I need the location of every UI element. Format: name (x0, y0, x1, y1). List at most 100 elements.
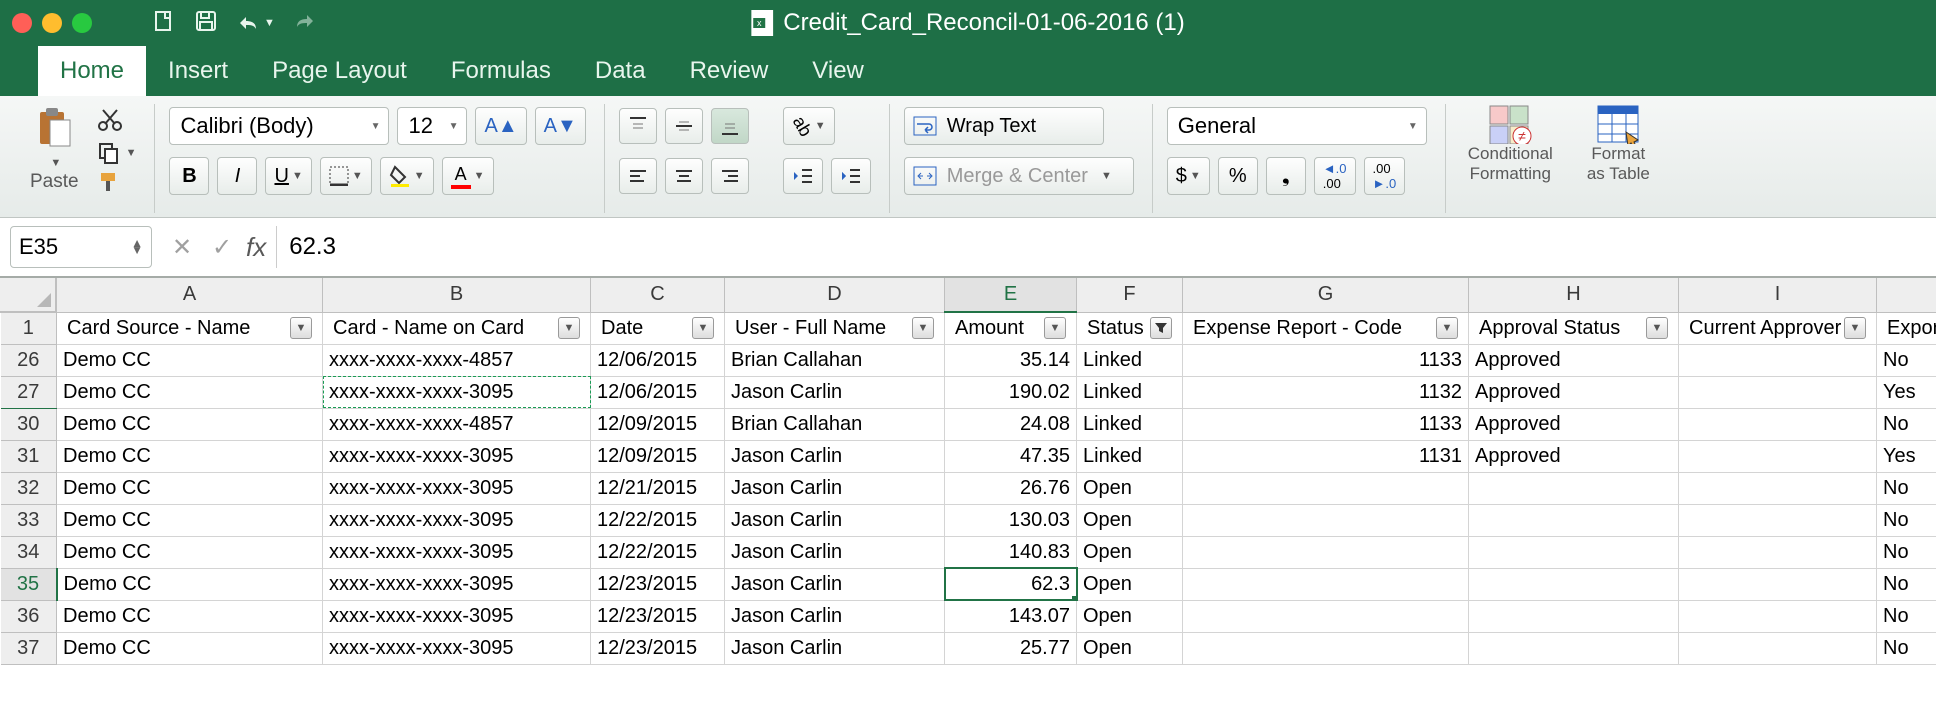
column-header-I[interactable]: I (1679, 278, 1877, 312)
undo-button[interactable]: ▼ (236, 13, 275, 33)
cell[interactable] (1679, 344, 1877, 376)
cell[interactable]: xxxx-xxxx-xxxx-3095 (323, 440, 591, 472)
cell[interactable]: Demo CC (57, 536, 323, 568)
orientation-button[interactable]: ab▼ (783, 107, 835, 145)
cell[interactable]: No (1877, 344, 1936, 376)
row-header-36[interactable]: 36 (1, 600, 57, 632)
cell[interactable]: 1133 (1183, 344, 1469, 376)
header-cell[interactable]: Approval Status▼ (1469, 312, 1679, 344)
cell[interactable]: xxxx-xxxx-xxxx-3095 (323, 472, 591, 504)
header-cell[interactable]: User - Full Name▼ (725, 312, 945, 344)
cell[interactable] (1679, 632, 1877, 664)
cell[interactable] (1469, 472, 1679, 504)
cell[interactable]: Open (1077, 504, 1183, 536)
cell[interactable]: Demo CC (57, 504, 323, 536)
cell[interactable]: Demo CC (57, 440, 323, 472)
select-all-corner[interactable] (0, 278, 56, 312)
conditional-formatting-button[interactable]: ≠ ConditionalFormatting (1460, 104, 1561, 184)
column-header-H[interactable]: H (1469, 278, 1679, 312)
cell[interactable]: xxxx-xxxx-xxxx-3095 (323, 568, 591, 600)
cell[interactable]: 12/06/2015 (591, 376, 725, 408)
cell[interactable] (1679, 568, 1877, 600)
cell[interactable]: Demo CC (57, 408, 323, 440)
align-left-button[interactable] (619, 158, 657, 194)
header-cell[interactable]: Status (1077, 312, 1183, 344)
comma-button[interactable]: ❟ (1266, 157, 1306, 195)
zoom-window-button[interactable] (72, 13, 92, 33)
cell[interactable]: 26.76 (945, 472, 1077, 504)
italic-button[interactable]: I (217, 157, 257, 195)
format-as-table-button[interactable]: Formatas Table (1579, 104, 1658, 184)
paste-button[interactable] (34, 104, 74, 157)
fill-color-button[interactable]: ▼ (380, 157, 434, 195)
increase-decimal-button[interactable]: ◄.0.00 (1314, 157, 1356, 195)
header-cell[interactable]: Amount▼ (945, 312, 1077, 344)
column-header-E[interactable]: E (945, 278, 1077, 312)
font-name-select[interactable]: Calibri (Body) (169, 107, 389, 145)
row-header-34[interactable]: 34 (1, 536, 57, 568)
cell[interactable] (1183, 472, 1469, 504)
cell[interactable]: Jason Carlin (725, 632, 945, 664)
cell[interactable]: 24.08 (945, 408, 1077, 440)
cell[interactable]: 143.07 (945, 600, 1077, 632)
cell[interactable]: 140.83 (945, 536, 1077, 568)
cell[interactable] (1183, 568, 1469, 600)
cell[interactable]: Yes (1877, 440, 1936, 472)
cell[interactable]: xxxx-xxxx-xxxx-3095 (323, 504, 591, 536)
save-icon[interactable] (194, 9, 218, 38)
cell[interactable]: No (1877, 472, 1936, 504)
cell[interactable]: No (1877, 600, 1936, 632)
column-header-D[interactable]: D (725, 278, 945, 312)
cell[interactable]: No (1877, 632, 1936, 664)
cell[interactable]: 12/06/2015 (591, 344, 725, 376)
format-painter-icon[interactable] (97, 169, 137, 200)
tab-home[interactable]: Home (38, 46, 146, 96)
cell[interactable]: No (1877, 568, 1936, 600)
cell[interactable]: Jason Carlin (725, 504, 945, 536)
align-center-button[interactable] (665, 158, 703, 194)
cell[interactable]: Demo CC (57, 632, 323, 664)
column-header-J[interactable]: J (1877, 278, 1936, 312)
row-header-35[interactable]: 35 (1, 568, 57, 600)
wrap-text-button[interactable]: Wrap Text (904, 107, 1104, 145)
tab-review[interactable]: Review (668, 46, 791, 96)
cell[interactable]: 12/22/2015 (591, 504, 725, 536)
cell[interactable] (1679, 600, 1877, 632)
cell[interactable]: 1133 (1183, 408, 1469, 440)
header-cell[interactable]: Expense Report - Code▼ (1183, 312, 1469, 344)
cell[interactable]: Jason Carlin (725, 376, 945, 408)
cell[interactable] (1679, 536, 1877, 568)
tab-insert[interactable]: Insert (146, 46, 250, 96)
filter-button[interactable]: ▼ (1646, 317, 1668, 339)
increase-font-button[interactable]: A▲ (475, 107, 526, 145)
cell[interactable]: xxxx-xxxx-xxxx-3095 (323, 536, 591, 568)
cell[interactable]: xxxx-xxxx-xxxx-4857 (323, 408, 591, 440)
filter-button[interactable]: ▼ (1044, 317, 1066, 339)
column-header-C[interactable]: C (591, 278, 725, 312)
cell[interactable]: xxxx-xxxx-xxxx-3095 (323, 632, 591, 664)
align-right-button[interactable] (711, 158, 749, 194)
cell[interactable]: Yes (1877, 376, 1936, 408)
cell[interactable]: Open (1077, 568, 1183, 600)
cell[interactable]: 130.03 (945, 504, 1077, 536)
row-header-33[interactable]: 33 (1, 504, 57, 536)
cell[interactable]: xxxx-xxxx-xxxx-4857 (323, 344, 591, 376)
cell[interactable] (1469, 632, 1679, 664)
cell[interactable]: 190.02 (945, 376, 1077, 408)
cell[interactable]: Linked (1077, 344, 1183, 376)
align-bottom-button[interactable] (711, 108, 749, 144)
cell[interactable]: xxxx-xxxx-xxxx-3095 (323, 600, 591, 632)
cell[interactable]: Open (1077, 536, 1183, 568)
cell[interactable]: Open (1077, 472, 1183, 504)
row-header-30[interactable]: 30 (1, 408, 57, 440)
cell[interactable]: 12/23/2015 (591, 568, 725, 600)
cell[interactable]: Brian Callahan (725, 344, 945, 376)
decrease-indent-button[interactable] (783, 158, 823, 194)
align-top-button[interactable] (619, 108, 657, 144)
cell[interactable]: Linked (1077, 408, 1183, 440)
cell[interactable]: Open (1077, 632, 1183, 664)
percent-button[interactable]: % (1218, 157, 1258, 195)
row-header-37[interactable]: 37 (1, 632, 57, 664)
tab-page-layout[interactable]: Page Layout (250, 46, 429, 96)
cell[interactable]: 12/23/2015 (591, 600, 725, 632)
